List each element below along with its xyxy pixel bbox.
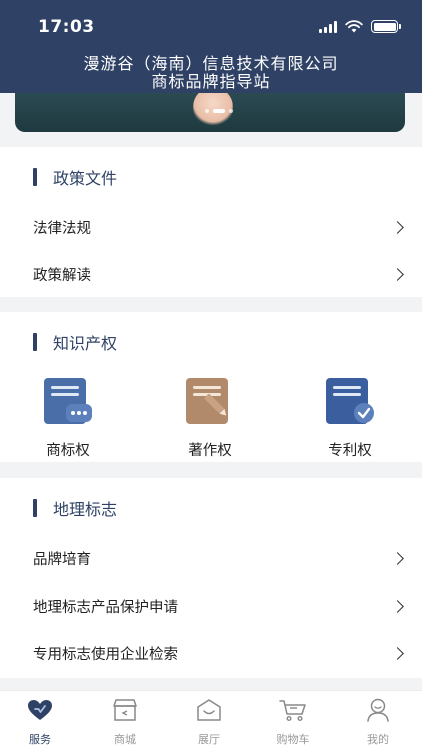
carousel-indicator [205,109,233,113]
status-time: 17:03 [38,17,95,37]
bottom-tab-bar: 服务 商城 展厅 购物车 我的 [0,690,422,750]
page-subtitle: 商标品牌指导站 [151,72,271,91]
carousel-dot-active [213,109,225,113]
chevron-right-icon [391,220,404,234]
trademark-document-icon [44,378,92,424]
list-item-policy-interpretation[interactable]: 政策解读 [0,252,422,296]
patent-document-icon [326,378,374,424]
wifi-icon [345,20,363,33]
chevron-right-icon [391,646,404,660]
showroom-icon [197,699,221,721]
tab-label: 我的 [367,733,389,746]
section-marker [33,168,37,186]
list-item-label: 政策解读 [33,267,91,284]
tab-mall[interactable]: 商城 [90,697,160,747]
list-item-enterprise-search[interactable]: 专用标志使用企业检索 [0,631,422,675]
ip-item-trademark[interactable]: 商标权 [28,378,108,460]
copyright-document-icon [186,378,228,424]
list-item-label: 品牌培育 [33,551,91,568]
section-title-policy: 政策文件 [33,165,117,189]
service-heart-icon [28,700,52,720]
chevron-right-icon [391,599,404,613]
geo-section: 地理标志 品牌培育 地理标志产品保护申请 专用标志使用企业检索 [0,478,422,678]
tab-service[interactable]: 服务 [5,697,75,747]
policy-section: 政策文件 法律法规 政策解读 [0,147,422,297]
battery-icon [371,20,401,33]
app-header: 17:03 漫游谷（海南）信息技术有限公司 商标品牌指导站 [0,0,422,93]
tab-label: 服务 [29,733,51,746]
carousel-dot [205,109,209,113]
section-marker [33,333,37,351]
store-icon [113,699,137,721]
ip-item-label: 商标权 [46,443,90,459]
tab-label: 购物车 [276,733,310,746]
section-title-text: 政策文件 [53,169,118,188]
status-icons [319,20,401,33]
tab-showroom[interactable]: 展厅 [174,697,244,747]
carousel-dot [229,109,233,113]
list-item-brand-cultivation[interactable]: 品牌培育 [0,536,422,580]
chevron-right-icon [391,267,404,281]
list-item-label: 地理标志产品保护申请 [33,599,178,616]
shopping-cart-icon [279,700,306,722]
list-item-label: 法律法规 [33,220,91,237]
banner-carousel[interactable] [15,93,405,132]
ip-item-copyright[interactable]: 著作权 [170,378,250,460]
list-item-gi-protection-application[interactable]: 地理标志产品保护申请 [0,584,422,628]
ip-section: 知识产权 商标权 著作权 专利权 [0,312,422,462]
chevron-right-icon [391,551,404,565]
tab-label: 商城 [114,733,136,746]
user-profile-icon [367,698,389,722]
tab-label: 展厅 [198,733,220,746]
tab-cart[interactable]: 购物车 [258,697,328,747]
ip-item-label: 专利权 [328,443,372,459]
ip-item-label: 著作权 [188,443,232,459]
section-marker [33,499,37,517]
section-title-text: 知识产权 [53,334,118,353]
signal-icon [319,20,337,33]
tab-mine[interactable]: 我的 [343,697,413,747]
list-item-label: 专用标志使用企业检索 [33,646,178,663]
section-title-geo: 地理标志 [33,496,117,520]
list-item-laws[interactable]: 法律法规 [0,205,422,249]
status-bar: 17:03 [0,0,422,44]
section-title-text: 地理标志 [53,500,118,519]
section-title-ip: 知识产权 [33,330,117,354]
ip-item-patent[interactable]: 专利权 [310,378,390,460]
